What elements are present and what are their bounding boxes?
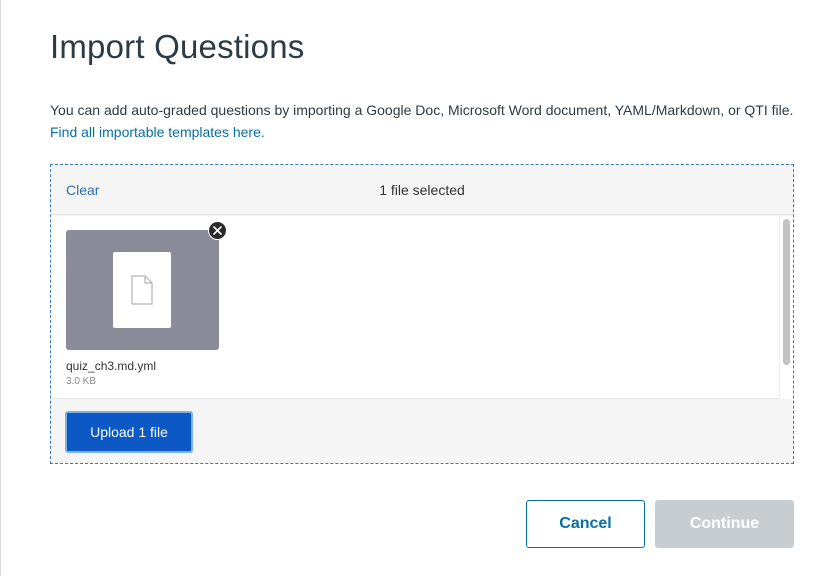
file-list: quiz_ch3.md.yml 3.0 KB xyxy=(51,216,793,399)
file-dropzone[interactable]: 1 file selected Clear quiz_ch3.md.yml 3.… xyxy=(50,164,794,464)
cancel-button[interactable]: Cancel xyxy=(526,500,645,548)
file-thumbnail xyxy=(66,221,227,350)
scrollbar-thumb[interactable] xyxy=(783,219,790,365)
upload-button[interactable]: Upload 1 file xyxy=(65,411,193,453)
file-item: quiz_ch3.md.yml 3.0 KB xyxy=(66,221,227,387)
description-text: You can add auto-graded questions by imp… xyxy=(50,102,794,118)
file-preview xyxy=(113,252,171,328)
import-questions-dialog: Import Questions You can add auto-graded… xyxy=(0,0,839,576)
file-size: 3.0 KB xyxy=(66,376,97,387)
file-icon xyxy=(131,275,153,305)
dropzone-header: 1 file selected Clear xyxy=(51,165,793,215)
clear-button[interactable]: Clear xyxy=(66,182,99,198)
remove-file-button[interactable] xyxy=(208,221,227,240)
templates-link[interactable]: Find all importable templates here. xyxy=(50,124,265,140)
file-list-scrollbar[interactable] xyxy=(779,216,793,399)
dialog-title: Import Questions xyxy=(50,28,305,65)
continue-button[interactable]: Continue xyxy=(655,500,794,548)
files-selected-status: 1 file selected xyxy=(379,182,465,198)
close-icon xyxy=(213,226,222,235)
dialog-description: You can add auto-graded questions by imp… xyxy=(50,99,810,143)
file-name: quiz_ch3.md.yml xyxy=(66,359,157,373)
